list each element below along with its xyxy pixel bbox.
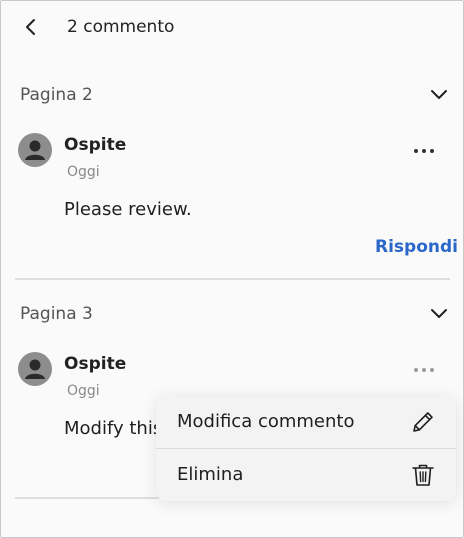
collapse-section-button[interactable] xyxy=(427,301,451,325)
chevron-left-icon xyxy=(26,19,35,35)
comment-date: Oggi xyxy=(67,164,100,180)
more-options-button[interactable] xyxy=(409,360,439,380)
section-title-page-3: Pagina 3 xyxy=(20,304,93,324)
reply-link[interactable]: Rispondi xyxy=(375,237,458,257)
section-title-page-2: Pagina 2 xyxy=(20,85,93,105)
avatar xyxy=(18,133,52,167)
panel-title: 2 commento xyxy=(67,17,175,37)
chevron-down-icon xyxy=(431,309,447,318)
divider xyxy=(15,278,450,280)
chevron-down-icon xyxy=(431,90,447,99)
more-horizontal-icon xyxy=(414,368,434,372)
comment-author: Ospite xyxy=(64,135,127,155)
collapse-section-button[interactable] xyxy=(427,82,451,106)
edit-comment-menu-item[interactable]: Modifica commento xyxy=(156,396,456,448)
edit-comment-label: Modifica commento xyxy=(177,411,355,432)
comment-context-menu: Modifica commento Elimina xyxy=(156,396,456,501)
avatar xyxy=(18,352,52,386)
comments-panel: 2 commento Pagina 2 Ospite Oggi Please r… xyxy=(0,0,464,538)
delete-comment-menu-item[interactable]: Elimina xyxy=(156,449,456,501)
more-horizontal-icon xyxy=(414,149,434,153)
user-avatar-icon xyxy=(25,140,45,160)
more-options-button[interactable] xyxy=(409,141,439,161)
comment-author: Ospite xyxy=(64,354,127,374)
user-avatar-icon xyxy=(25,359,45,379)
delete-label: Elimina xyxy=(177,464,244,485)
comment-text: Modify this xyxy=(64,418,163,439)
pencil-icon xyxy=(409,408,437,436)
panel-header: 2 commento xyxy=(1,1,463,57)
comment-text: Please review. xyxy=(64,199,192,220)
trash-icon xyxy=(409,461,437,489)
back-button[interactable] xyxy=(19,15,43,39)
comment-date: Oggi xyxy=(67,383,100,399)
